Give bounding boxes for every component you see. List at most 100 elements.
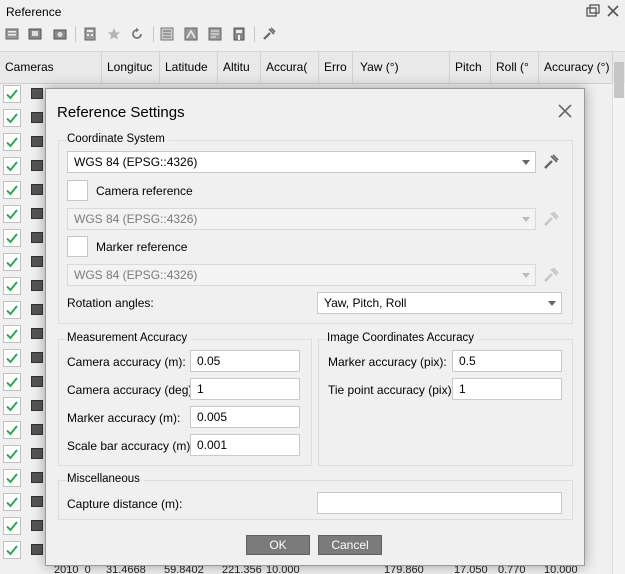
view-errors-icon[interactable] [208, 27, 222, 41]
table-row[interactable] [0, 347, 46, 371]
table-row[interactable] [0, 83, 46, 107]
table-row[interactable] [0, 443, 46, 467]
table-row[interactable] [0, 251, 46, 275]
column-header-accuracy-deg[interactable]: Accuracy (°) [539, 52, 613, 83]
checkmark-icon [6, 233, 18, 244]
camera-crs-settings-icon[interactable] [542, 210, 560, 228]
marker-reference-checkbox[interactable] [67, 236, 88, 257]
camera-icon [31, 88, 43, 99]
table-row[interactable] [0, 299, 46, 323]
checkmark-icon [6, 353, 18, 364]
camera-crs-select[interactable]: WGS 84 (EPSG::4326) [67, 208, 536, 230]
row-enabled-checkbox[interactable] [3, 133, 21, 151]
calculator-icon[interactable] [83, 27, 97, 41]
camera-accuracy-m-input[interactable]: 0.05 [190, 350, 300, 372]
column-header-altitude[interactable]: Altitu [218, 52, 261, 83]
view-variance-icon[interactable] [232, 27, 246, 41]
row-enabled-checkbox[interactable] [3, 421, 21, 439]
column-header-longitude[interactable]: Longituc [102, 52, 160, 83]
table-row[interactable] [0, 515, 46, 539]
table-row[interactable] [0, 227, 46, 251]
row-enabled-checkbox[interactable] [3, 445, 21, 463]
tie-point-accuracy-input[interactable]: 1 [452, 378, 562, 400]
table-row[interactable] [0, 323, 46, 347]
camera-reference-label: Camera reference [96, 184, 193, 198]
camera-icon [31, 424, 43, 435]
rotation-angles-label: Rotation angles: [67, 296, 154, 310]
refresh-icon[interactable] [130, 27, 144, 41]
camera-accuracy-deg-input[interactable]: 1 [190, 378, 300, 400]
table-row[interactable] [0, 539, 46, 563]
row-enabled-checkbox[interactable] [3, 85, 21, 103]
camera-icon [31, 400, 43, 411]
table-row[interactable] [0, 131, 46, 155]
rotation-angles-select[interactable]: Yaw, Pitch, Roll [317, 292, 562, 314]
row-enabled-checkbox[interactable] [3, 397, 21, 415]
column-header-accuracy-m[interactable]: Accura( [261, 52, 319, 83]
scale-bar-accuracy-input[interactable]: 0.001 [190, 434, 300, 456]
checkmark-icon [6, 113, 18, 124]
row-enabled-checkbox[interactable] [3, 205, 21, 223]
table-row[interactable] [0, 395, 46, 419]
table-row[interactable] [0, 371, 46, 395]
crs-select-value: WGS 84 (EPSG::4326) [74, 155, 198, 169]
row-enabled-checkbox[interactable] [3, 157, 21, 175]
row-enabled-checkbox[interactable] [3, 373, 21, 391]
camera-icon [31, 112, 43, 123]
view-source-icon[interactable] [160, 27, 174, 41]
capture-distance-input[interactable] [317, 492, 562, 514]
table-row[interactable] [0, 155, 46, 179]
row-enabled-checkbox[interactable] [3, 541, 21, 559]
column-header-pitch[interactable]: Pitch [450, 52, 491, 83]
table-row[interactable] [0, 275, 46, 299]
crs-select[interactable]: WGS 84 (EPSG::4326) [67, 151, 536, 173]
ok-button[interactable]: OK [246, 535, 310, 555]
table-row[interactable]: 2010_0 31.4668 59.8402 221.356 10.000 17… [46, 566, 625, 574]
table-row[interactable] [0, 179, 46, 203]
row-enabled-checkbox[interactable] [3, 301, 21, 319]
checkmark-icon [6, 425, 18, 436]
row-enabled-checkbox[interactable] [3, 325, 21, 343]
export-icon[interactable] [28, 27, 42, 41]
marker-accuracy-pix-input[interactable]: 0.5 [452, 350, 562, 372]
marker-crs-settings-icon[interactable] [542, 266, 560, 284]
column-header-cameras[interactable]: Cameras [0, 52, 102, 83]
column-header-latitude[interactable]: Latitude [160, 52, 218, 83]
star-icon[interactable] [107, 27, 121, 41]
row-enabled-checkbox[interactable] [3, 517, 21, 535]
row-enabled-checkbox[interactable] [3, 181, 21, 199]
close-icon[interactable] [605, 3, 621, 19]
table-row[interactable] [0, 467, 46, 491]
column-header-roll[interactable]: Roll (° [491, 52, 539, 83]
view-estimated-icon[interactable] [184, 27, 198, 41]
marker-crs-select[interactable]: WGS 84 (EPSG::4326) [67, 264, 536, 286]
camera-icon [31, 136, 43, 147]
row-enabled-checkbox[interactable] [3, 109, 21, 127]
table-row[interactable] [0, 491, 46, 515]
camera-accuracy-deg-label: Camera accuracy (deg): [67, 383, 196, 397]
vertical-scrollbar[interactable] [612, 83, 625, 574]
crs-settings-icon[interactable] [542, 153, 560, 171]
marker-accuracy-m-input[interactable]: 0.005 [190, 406, 300, 428]
row-enabled-checkbox[interactable] [3, 277, 21, 295]
scrollbar-thumb[interactable] [614, 62, 624, 98]
row-enabled-checkbox[interactable] [3, 229, 21, 247]
row-enabled-checkbox[interactable] [3, 493, 21, 511]
column-header-error[interactable]: Erro [319, 52, 353, 83]
table-row[interactable] [0, 419, 46, 443]
import-icon[interactable] [5, 27, 19, 41]
dialog-close-icon[interactable] [555, 101, 575, 121]
camera-export-icon[interactable] [53, 27, 67, 41]
table-row[interactable] [0, 107, 46, 131]
row-enabled-checkbox[interactable] [3, 253, 21, 271]
restore-window-icon[interactable] [585, 3, 601, 19]
column-header-yaw[interactable]: Yaw (°) [353, 52, 450, 83]
capture-distance-label: Capture distance (m): [67, 497, 183, 511]
camera-icon [31, 448, 43, 459]
cancel-button[interactable]: Cancel [318, 535, 382, 555]
row-enabled-checkbox[interactable] [3, 349, 21, 367]
settings-icon[interactable] [262, 27, 276, 41]
row-enabled-checkbox[interactable] [3, 469, 21, 487]
table-row[interactable] [0, 203, 46, 227]
camera-reference-checkbox[interactable] [67, 180, 88, 201]
